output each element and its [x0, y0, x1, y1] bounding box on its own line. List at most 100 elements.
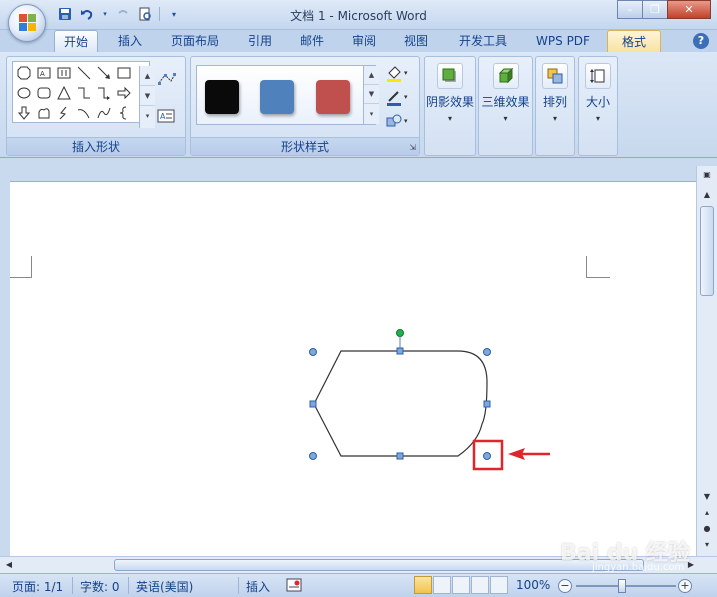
- select-browse-object-icon[interactable]: ●: [700, 522, 714, 536]
- restore-button[interactable]: ❐: [642, 0, 668, 19]
- tab-page-layout[interactable]: 页面布局: [160, 30, 230, 52]
- print-layout-view-icon[interactable]: [414, 576, 432, 594]
- resize-handle-top[interactable]: [396, 347, 404, 355]
- status-separator: [238, 577, 239, 594]
- textbox-shape-icon[interactable]: A: [35, 64, 53, 82]
- resize-handle-bottom[interactable]: [396, 452, 404, 460]
- resize-handle-right[interactable]: [483, 400, 491, 408]
- vertical-scrollbar[interactable]: ▣ ▲ ▼ ▴ ● ▾: [696, 166, 717, 556]
- status-bar: 页面: 1/1 字数: 0 英语(美国) 插入 100% − +: [0, 573, 717, 597]
- lightning-shape-icon[interactable]: [55, 104, 73, 122]
- style-swatch-black[interactable]: [205, 80, 239, 114]
- zoom-slider-knob[interactable]: [618, 579, 626, 593]
- curve-shape-icon[interactable]: [95, 104, 113, 122]
- scroll-down-icon[interactable]: ▼: [700, 490, 714, 504]
- zoom-slider-track[interactable]: [576, 585, 676, 587]
- page-indicator[interactable]: 页面: 1/1: [12, 578, 63, 595]
- tab-review[interactable]: 审阅: [342, 30, 386, 52]
- styles-down-icon[interactable]: ▼: [364, 85, 379, 104]
- style-swatch-blue[interactable]: [260, 80, 294, 114]
- resize-handle-bottom-left[interactable]: [309, 452, 317, 460]
- scroll-left-icon[interactable]: ◀: [2, 559, 16, 571]
- chevron-down-icon: ▾: [552, 114, 557, 123]
- size-button[interactable]: 大小 ▾: [579, 63, 617, 123]
- shape-styles-dialog-launcher-icon[interactable]: ⇲: [409, 143, 416, 152]
- line-shape-icon[interactable]: [75, 64, 93, 82]
- zoom-in-icon[interactable]: +: [678, 579, 692, 593]
- vertical-scroll-thumb[interactable]: [700, 206, 714, 296]
- full-screen-reading-view-icon[interactable]: [433, 576, 451, 594]
- word-count[interactable]: 字数: 0: [80, 578, 120, 595]
- language-indicator[interactable]: 英语(美国): [136, 578, 193, 595]
- resize-handle-bottom-right[interactable]: [483, 452, 491, 460]
- help-icon[interactable]: ?: [693, 33, 709, 49]
- arrow-line-shape-icon[interactable]: [95, 64, 113, 82]
- minimize-button[interactable]: –: [617, 0, 643, 19]
- macro-record-icon[interactable]: [286, 577, 302, 596]
- gallery-down-icon[interactable]: ▼: [140, 86, 155, 106]
- window-controls: – ❐ ✕: [617, 0, 711, 19]
- insert-mode-indicator[interactable]: 插入: [246, 578, 270, 595]
- resize-handle-left[interactable]: [309, 400, 317, 408]
- tab-insert[interactable]: 插入: [108, 30, 152, 52]
- style-swatch-red[interactable]: [316, 80, 350, 114]
- resize-handle-top-left[interactable]: [309, 348, 317, 356]
- tab-developer[interactable]: 开发工具: [448, 30, 518, 52]
- tab-references[interactable]: 引用: [238, 30, 282, 52]
- left-brace-shape-icon[interactable]: [115, 104, 133, 122]
- oval-shape-icon[interactable]: [15, 84, 33, 102]
- freeform-shape-icon[interactable]: [35, 104, 53, 122]
- elbow-connector-shape-icon[interactable]: [75, 84, 93, 102]
- tab-mailings[interactable]: 邮件: [290, 30, 334, 52]
- web-layout-view-icon[interactable]: [452, 576, 470, 594]
- tab-home[interactable]: 开始: [54, 30, 98, 52]
- rotation-handle[interactable]: [396, 329, 404, 337]
- tab-view[interactable]: 视图: [394, 30, 438, 52]
- elbow-arrow-connector-shape-icon[interactable]: [95, 84, 113, 102]
- document-area: [0, 166, 696, 556]
- status-separator: [128, 577, 129, 594]
- change-shape-icon[interactable]: ▾: [385, 113, 411, 134]
- right-arrow-shape-icon[interactable]: [115, 84, 133, 102]
- octagon-shape-icon[interactable]: [15, 64, 33, 82]
- zoom-out-icon[interactable]: −: [558, 579, 572, 593]
- ruler-area: [0, 158, 717, 166]
- edit-shape-icon[interactable]: [157, 71, 177, 90]
- 3d-effects-button[interactable]: 三维效果 ▾: [479, 63, 532, 123]
- outline-view-icon[interactable]: [471, 576, 489, 594]
- draft-view-icon[interactable]: [490, 576, 508, 594]
- gallery-more-icon[interactable]: ▾: [140, 106, 155, 126]
- office-logo-icon: [19, 14, 37, 32]
- tab-wps-pdf[interactable]: WPS PDF: [526, 30, 600, 52]
- selected-shape[interactable]: [313, 350, 488, 457]
- tab-format[interactable]: 格式: [607, 30, 661, 52]
- triangle-shape-icon[interactable]: [55, 84, 73, 102]
- size-icon: [585, 63, 611, 89]
- draw-textbox-icon[interactable]: A: [157, 109, 175, 126]
- shape-outline-icon[interactable]: ▾: [385, 89, 411, 110]
- size-group: 大小 ▾: [578, 56, 618, 156]
- styles-more-icon[interactable]: ▾: [364, 104, 379, 123]
- styles-up-icon[interactable]: ▲: [364, 66, 379, 85]
- previous-page-icon[interactable]: ▴: [700, 506, 714, 520]
- title-bar: ▾ ▾ 文档 1 - Microsoft Word – ❐ ✕: [0, 0, 717, 42]
- close-button[interactable]: ✕: [667, 0, 711, 19]
- shape-fill-icon[interactable]: ▾: [385, 65, 411, 86]
- shadow-effects-button[interactable]: 阴影效果 ▾: [425, 63, 475, 123]
- arrange-button[interactable]: 排列 ▾: [536, 63, 574, 123]
- next-page-icon[interactable]: ▾: [700, 538, 714, 552]
- gallery-up-icon[interactable]: ▲: [140, 66, 155, 86]
- office-button[interactable]: [8, 4, 46, 42]
- rounded-rectangle-shape-icon[interactable]: [35, 84, 53, 102]
- ruler-toggle-icon[interactable]: ▣: [700, 168, 714, 182]
- arc-shape-icon[interactable]: [75, 104, 93, 122]
- vertical-textbox-shape-icon[interactable]: [55, 64, 73, 82]
- svg-text:A: A: [40, 70, 45, 78]
- shapes-gallery-scroller: ▲ ▼ ▾: [139, 66, 155, 128]
- zoom-level[interactable]: 100%: [516, 578, 550, 592]
- rectangle-shape-icon[interactable]: [115, 64, 133, 82]
- document-page[interactable]: [10, 181, 696, 556]
- resize-handle-top-right[interactable]: [483, 348, 491, 356]
- scroll-up-icon[interactable]: ▲: [700, 188, 714, 202]
- down-arrow-shape-icon[interactable]: [15, 104, 33, 122]
